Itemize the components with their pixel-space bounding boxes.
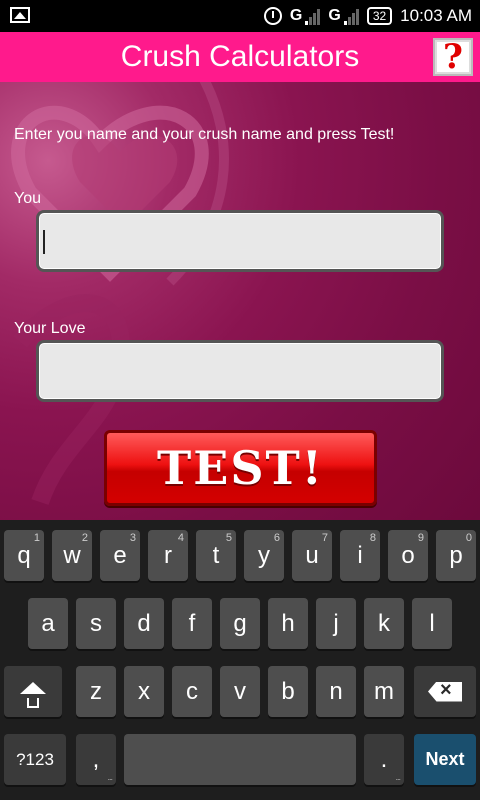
shift-arrow-icon bbox=[13, 672, 53, 712]
key-l[interactable]: l bbox=[412, 598, 452, 649]
key-s[interactable]: s bbox=[76, 598, 116, 649]
soft-keyboard: q1 w2 e3 r4 t5 y6 u7 i8 o9 p0 a s d f g … bbox=[0, 520, 480, 800]
key-o[interactable]: o9 bbox=[388, 530, 428, 581]
instruction-text: Enter you name and your crush name and p… bbox=[14, 126, 395, 143]
key-f[interactable]: f bbox=[172, 598, 212, 649]
period-key[interactable]: .... bbox=[364, 734, 404, 785]
app-title: Crush Calculators bbox=[120, 40, 360, 73]
key-m[interactable]: m bbox=[364, 666, 404, 717]
symbols-key[interactable]: ?123 bbox=[4, 734, 66, 785]
key-v[interactable]: v bbox=[220, 666, 260, 717]
key-x[interactable]: x bbox=[124, 666, 164, 717]
your-love-label: Your Love bbox=[14, 320, 86, 337]
clock: 10:03 AM bbox=[400, 6, 472, 25]
text-cursor bbox=[43, 230, 45, 254]
key-z[interactable]: z bbox=[76, 666, 116, 717]
question-mark-icon: ? bbox=[443, 37, 463, 77]
help-button[interactable]: ? bbox=[433, 37, 473, 77]
image-notification-icon bbox=[10, 7, 30, 23]
comma-key[interactable]: ,... bbox=[76, 734, 116, 785]
backspace-icon bbox=[428, 681, 462, 702]
app-title-bar: Crush Calculators ? bbox=[0, 32, 480, 82]
key-p[interactable]: p0 bbox=[436, 530, 476, 581]
key-i[interactable]: i8 bbox=[340, 530, 380, 581]
key-t[interactable]: t5 bbox=[196, 530, 236, 581]
key-b[interactable]: b bbox=[268, 666, 308, 717]
signal-sim1-icon: G bbox=[290, 7, 321, 25]
backspace-key[interactable] bbox=[414, 666, 476, 717]
spacebar[interactable] bbox=[124, 734, 356, 785]
key-k[interactable]: k bbox=[364, 598, 404, 649]
key-g[interactable]: g bbox=[220, 598, 260, 649]
battery-icon: 32 bbox=[366, 7, 393, 25]
key-d[interactable]: d bbox=[124, 598, 164, 649]
key-e[interactable]: e3 bbox=[100, 530, 140, 581]
you-label: You bbox=[14, 190, 41, 207]
main-content: Enter you name and your crush name and p… bbox=[0, 82, 480, 520]
key-h[interactable]: h bbox=[268, 598, 308, 649]
key-c[interactable]: c bbox=[172, 666, 212, 717]
signal-sim2-icon: G bbox=[328, 7, 359, 25]
key-r[interactable]: r4 bbox=[148, 530, 188, 581]
key-w[interactable]: w2 bbox=[52, 530, 92, 581]
next-key[interactable]: Next bbox=[414, 734, 476, 785]
your-love-input[interactable] bbox=[36, 340, 444, 402]
key-q[interactable]: q1 bbox=[4, 530, 44, 581]
key-a[interactable]: a bbox=[28, 598, 68, 649]
shift-key[interactable] bbox=[4, 666, 62, 717]
test-button-label: TEST! bbox=[157, 441, 324, 495]
key-u[interactable]: u7 bbox=[292, 530, 332, 581]
test-button[interactable]: TEST! bbox=[104, 430, 377, 506]
status-bar: G G 32 10:03 AM bbox=[0, 0, 480, 32]
key-y[interactable]: y6 bbox=[244, 530, 284, 581]
key-j[interactable]: j bbox=[316, 598, 356, 649]
you-name-input[interactable] bbox=[36, 210, 444, 272]
key-n[interactable]: n bbox=[316, 666, 356, 717]
alarm-icon bbox=[263, 7, 282, 25]
